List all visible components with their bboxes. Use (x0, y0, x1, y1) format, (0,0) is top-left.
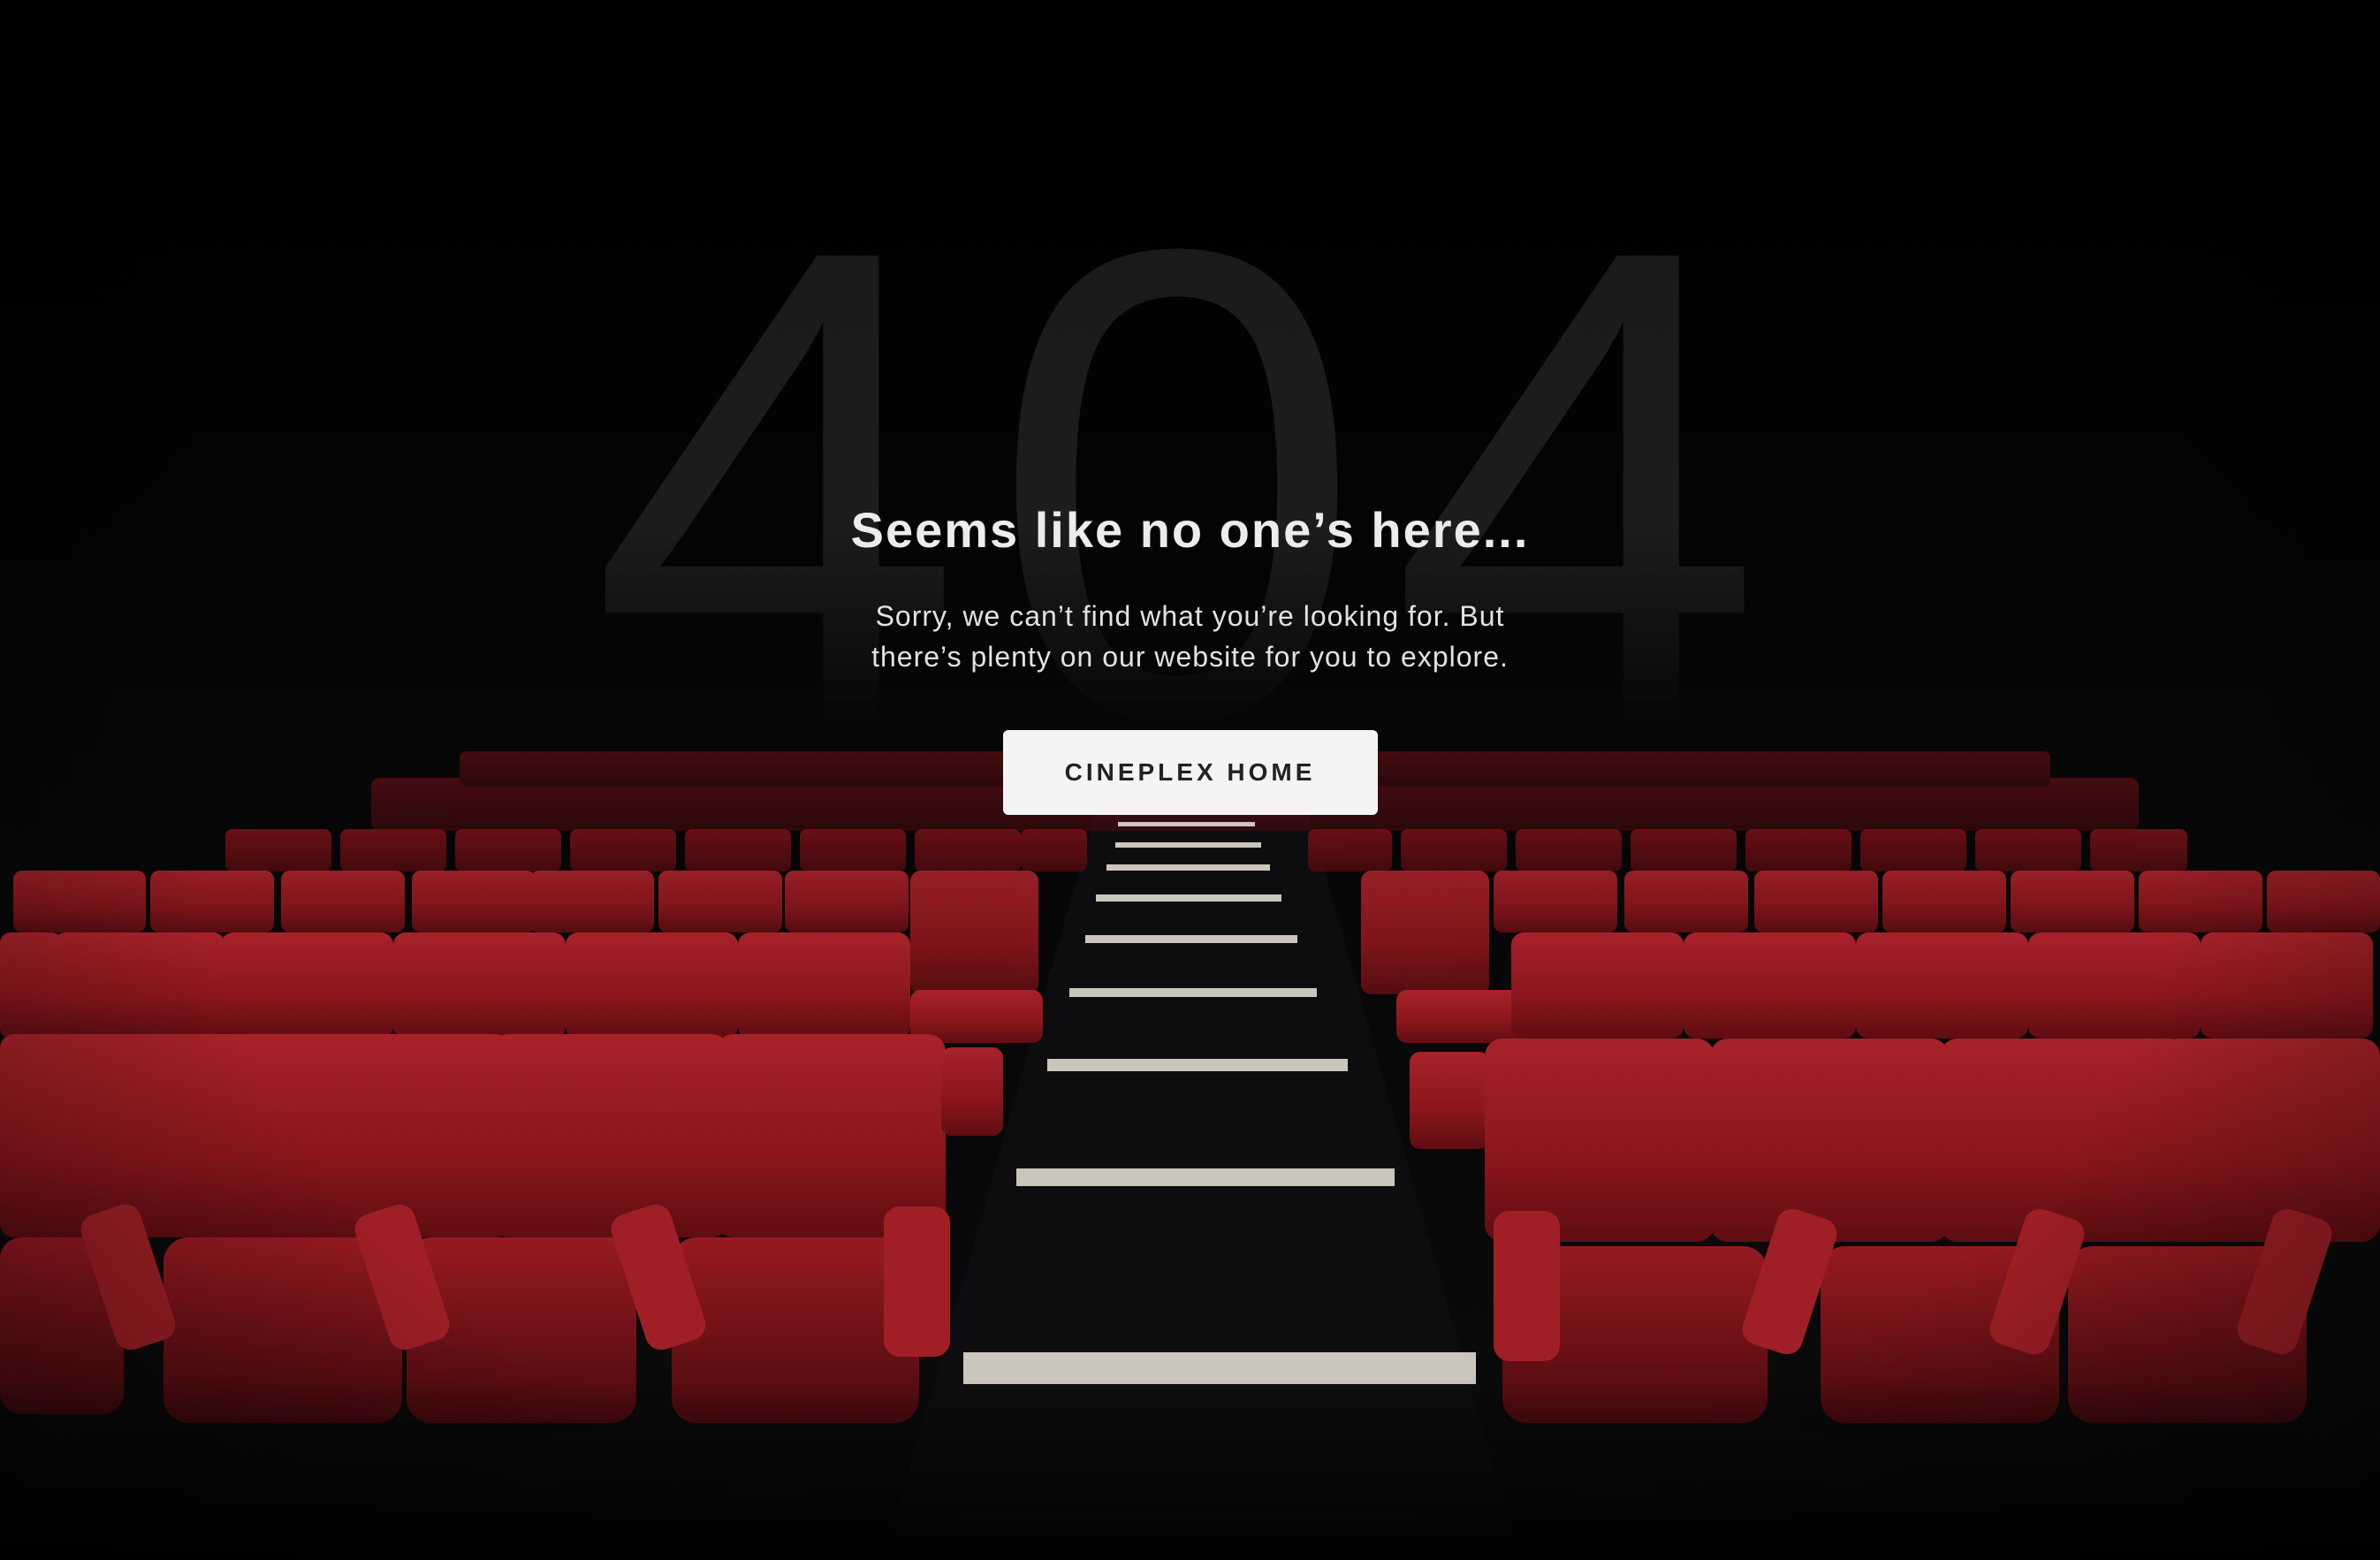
error-page: 404 Seems like no one’s here... Sorry, w… (0, 0, 2380, 1560)
error-description: Sorry, we can’t find what you’re looking… (828, 596, 1553, 677)
error-message-block: Seems like no one’s here... Sorry, we ca… (0, 495, 2380, 815)
page-title: Seems like no one’s here... (850, 502, 1530, 558)
error-description-line-1: Sorry, we can’t find what you’re looking… (875, 600, 1505, 632)
cineplex-home-button[interactable]: CINEPLEX HOME (1002, 730, 1378, 815)
error-description-line-2: there’s plenty on our website for you to… (871, 641, 1509, 673)
